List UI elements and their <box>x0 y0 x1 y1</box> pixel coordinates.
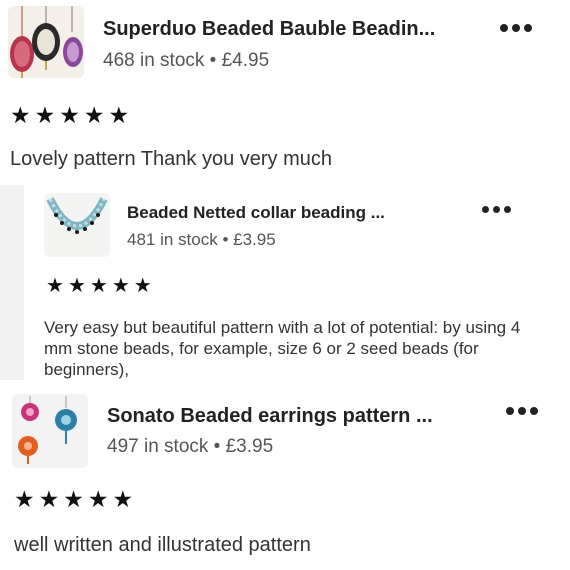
more-options-icon[interactable] <box>500 24 532 32</box>
star-icon: ★ <box>67 275 86 297</box>
rating-stars: ★ ★ ★ ★ ★ <box>14 488 133 511</box>
product-title[interactable]: Superduo Beaded Bauble Beadin... <box>103 18 435 41</box>
review-card: Superduo Beaded Bauble Beadin... 468 in … <box>0 0 570 185</box>
stock-price: 497 in stock • £3.95 <box>107 436 274 457</box>
star-icon: ★ <box>38 486 60 512</box>
stock-price: 481 in stock • £3.95 <box>127 230 276 249</box>
review-text: well written and illustrated pattern <box>14 534 311 556</box>
product-title[interactable]: Sonato Beaded earrings pattern ... <box>107 405 433 428</box>
star-icon: ★ <box>10 102 31 128</box>
star-icon: ★ <box>108 102 130 128</box>
more-options-icon[interactable] <box>506 407 538 415</box>
review-text: Very easy but beautiful pattern with a l… <box>44 318 521 379</box>
star-icon: ★ <box>59 102 80 128</box>
product-thumbnail-bauble[interactable] <box>8 6 84 78</box>
product-thumbnail-collar[interactable] <box>44 193 110 257</box>
review-card: Beaded Netted collar beading ... 481 in … <box>24 185 570 380</box>
star-icon: ★ <box>14 486 35 512</box>
review-card: Sonato Beaded earrings pattern ... 497 i… <box>0 380 570 570</box>
more-options-icon[interactable] <box>482 206 511 213</box>
product-thumbnail-earrings[interactable] <box>12 394 88 468</box>
star-icon: ★ <box>34 102 56 128</box>
star-icon: ★ <box>89 275 108 297</box>
star-icon: ★ <box>112 486 134 512</box>
star-icon: ★ <box>63 486 84 512</box>
star-icon: ★ <box>87 486 109 512</box>
star-icon: ★ <box>133 275 152 297</box>
card-gutter <box>0 185 24 380</box>
rating-stars: ★ ★ ★ ★ ★ <box>10 104 129 127</box>
product-title[interactable]: Beaded Netted collar beading ... <box>127 203 385 223</box>
star-icon: ★ <box>46 275 64 297</box>
stock-price: 468 in stock • £4.95 <box>103 50 270 71</box>
rating-stars: ★ ★ ★ ★ ★ <box>46 276 152 296</box>
star-icon: ★ <box>83 102 105 128</box>
review-text: Lovely pattern Thank you very much <box>10 148 333 170</box>
star-icon: ★ <box>111 275 130 297</box>
